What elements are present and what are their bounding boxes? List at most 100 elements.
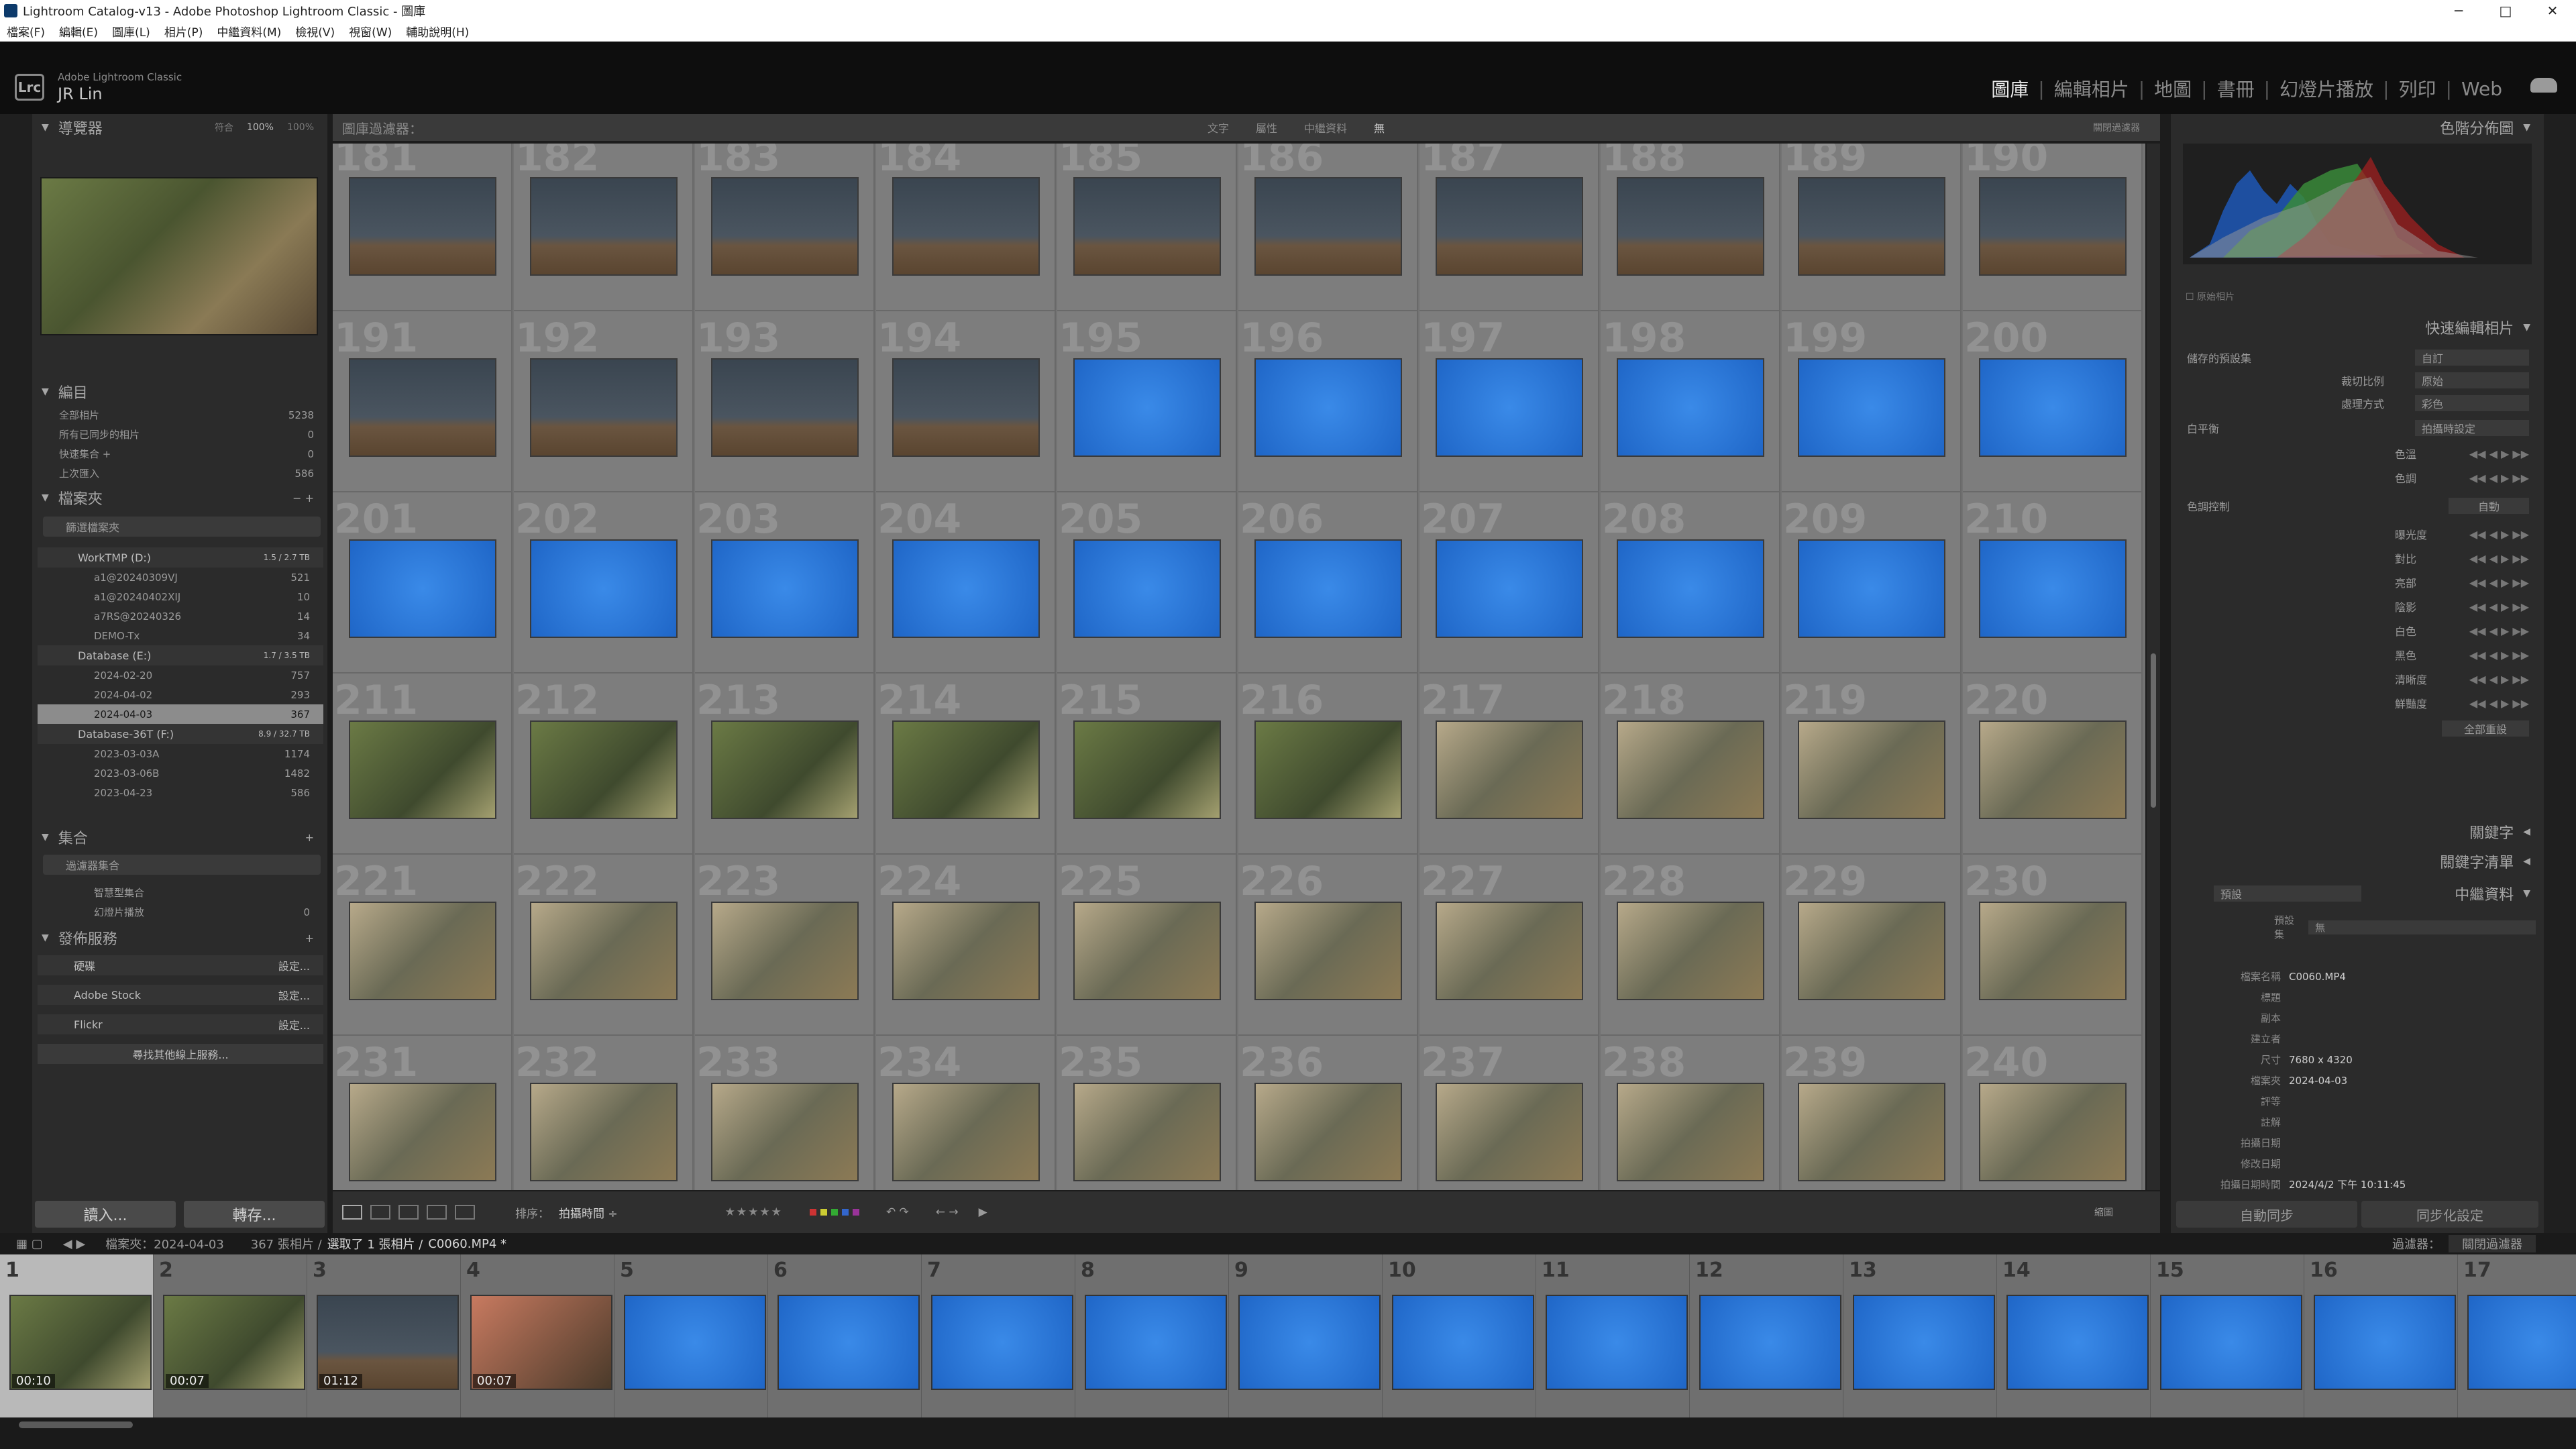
grid-cell[interactable]: 189: [1782, 144, 1962, 311]
filmstrip-cell[interactable]: 5: [614, 1254, 769, 1417]
treatment-select[interactable]: 彩色: [2415, 395, 2529, 411]
photo-thumbnail[interactable]: [1979, 358, 2127, 457]
module-book[interactable]: 書冊: [2217, 75, 2255, 102]
navigator-fit[interactable]: 符合: [215, 121, 233, 134]
grid-cell[interactable]: 202: [514, 492, 694, 674]
grid-cell[interactable]: 196: [1238, 311, 1418, 492]
grid-cell[interactable]: 238: [1601, 1036, 1780, 1190]
contrast-buttons[interactable]: ◀◀ ◀ ▶ ▶▶: [2469, 552, 2529, 565]
grid-cell[interactable]: 233: [695, 1036, 875, 1190]
photo-thumbnail[interactable]: [711, 902, 859, 1000]
filmstrip-cell[interactable]: 17: [2458, 1254, 2576, 1417]
photo-thumbnail[interactable]: [1617, 1083, 1764, 1181]
photo-thumbnail[interactable]: [892, 177, 1040, 276]
photo-thumbnail[interactable]: [1254, 177, 1402, 276]
publish-setup[interactable]: 設定...: [278, 987, 310, 1003]
photo-thumbnail[interactable]: [1254, 539, 1402, 638]
filmstrip-cell-selected[interactable]: 1 00:10: [0, 1254, 154, 1417]
cloud-icon[interactable]: [2530, 78, 2557, 93]
grid-cell[interactable]: 221: [333, 855, 513, 1036]
grid-cell[interactable]: 226: [1238, 855, 1418, 1036]
photo-thumbnail[interactable]: [1617, 177, 1764, 276]
grid-cell[interactable]: 184: [876, 144, 1056, 311]
filter-metadata[interactable]: 中繼資料: [1304, 119, 1347, 136]
photo-thumbnail[interactable]: [1073, 720, 1221, 819]
photo-thumbnail[interactable]: [1436, 720, 1583, 819]
grid-cell[interactable]: 198: [1601, 311, 1780, 492]
import-button[interactable]: 讀入...: [35, 1201, 176, 1228]
filmstrip-cell[interactable]: 2 00:07: [154, 1254, 308, 1417]
filmstrip-thumbnail[interactable]: [1085, 1295, 1227, 1390]
grid-cell[interactable]: 229: [1782, 855, 1962, 1036]
grid-cell[interactable]: 222: [514, 855, 694, 1036]
sync-settings-button[interactable]: 同步化設定: [2361, 1201, 2538, 1228]
photo-thumbnail[interactable]: [1798, 902, 1945, 1000]
photo-thumbnail[interactable]: [711, 539, 859, 638]
filmstrip-scroll-thumb[interactable]: [19, 1421, 133, 1428]
grid-cell[interactable]: 236: [1238, 1036, 1418, 1190]
photo-thumbnail[interactable]: [530, 358, 678, 457]
filmstrip-thumbnail[interactable]: [1392, 1295, 1534, 1390]
filmstrip-cell[interactable]: 14: [1997, 1254, 2151, 1417]
filmstrip-cell[interactable]: 9: [1229, 1254, 1383, 1417]
module-develop[interactable]: 編輯相片: [2054, 75, 2129, 102]
photo-thumbnail[interactable]: [892, 720, 1040, 819]
catalog-header[interactable]: ▼ 編目: [32, 380, 327, 404]
photo-thumbnail[interactable]: [892, 358, 1040, 457]
original-photo-checkbox[interactable]: ☐ 原始相片: [2186, 290, 2235, 303]
grid-cell[interactable]: 185: [1057, 144, 1237, 311]
publish-adobe-stock[interactable]: Adobe Stock 設定...: [38, 985, 323, 1005]
filmstrip-cell[interactable]: 10: [1383, 1254, 1537, 1417]
photo-thumbnail[interactable]: [1073, 358, 1221, 457]
photo-thumbnail[interactable]: [1798, 1083, 1945, 1181]
grid-cell[interactable]: 234: [876, 1036, 1056, 1190]
grid-cell[interactable]: 227: [1419, 855, 1599, 1036]
maximize-button[interactable]: □: [2482, 0, 2529, 21]
filmstrip-thumbnail[interactable]: [1238, 1295, 1381, 1390]
filmstrip-thumbnail[interactable]: [1546, 1295, 1688, 1390]
grid-cell[interactable]: 208: [1601, 492, 1780, 674]
collection-item[interactable]: 幻燈片播放 0: [38, 902, 323, 922]
photo-thumbnail[interactable]: [1254, 1083, 1402, 1181]
filmstrip-thumbnail[interactable]: [2467, 1295, 2576, 1390]
navigator-preview[interactable]: [40, 177, 318, 335]
grid-cell[interactable]: 206: [1238, 492, 1418, 674]
grid-cell[interactable]: 193: [695, 311, 875, 492]
shadows-buttons[interactable]: ◀◀ ◀ ▶ ▶▶: [2469, 600, 2529, 613]
filmstrip-cell[interactable]: 6: [768, 1254, 922, 1417]
grid-cell[interactable]: 213: [695, 674, 875, 855]
highlights-buttons[interactable]: ◀◀ ◀ ▶ ▶▶: [2469, 576, 2529, 589]
photo-thumbnail[interactable]: [1073, 1083, 1221, 1181]
catalog-item-all[interactable]: 全部相片 5238: [32, 405, 327, 425]
filmstrip-thumbnail[interactable]: [624, 1295, 766, 1390]
menu-metadata[interactable]: 中繼資料(M): [217, 23, 281, 40]
close-button[interactable]: ✕: [2529, 0, 2576, 21]
filmstrip-cell[interactable]: 8: [1075, 1254, 1230, 1417]
filmstrip-cell[interactable]: 12: [1690, 1254, 1844, 1417]
quick-develop-header[interactable]: 快速編輯相片 ▼: [2171, 315, 2544, 339]
loupe-view-icon[interactable]: [370, 1205, 390, 1220]
folder-item[interactable]: 2024-04-02 293: [38, 685, 323, 704]
nav-arrows-icon[interactable]: ← →: [936, 1205, 959, 1219]
grid-cell[interactable]: 192: [514, 311, 694, 492]
module-library[interactable]: 圖庫: [1991, 75, 2029, 102]
tint-buttons[interactable]: ◀◀ ◀ ▶ ▶▶: [2469, 472, 2529, 484]
photo-thumbnail[interactable]: [1617, 720, 1764, 819]
menu-edit[interactable]: 編輯(E): [59, 23, 98, 40]
photo-thumbnail[interactable]: [1436, 358, 1583, 457]
photo-thumbnail[interactable]: [349, 358, 496, 457]
photo-thumbnail[interactable]: [530, 539, 678, 638]
auto-tone-button[interactable]: 自動: [2449, 498, 2529, 514]
grid-cell[interactable]: 188: [1601, 144, 1780, 311]
publish-flickr[interactable]: Flickr 設定...: [38, 1014, 323, 1034]
metadata-preset-select[interactable]: 無: [2308, 920, 2536, 934]
grid-cell[interactable]: 214: [876, 674, 1056, 855]
filmstrip-cell[interactable]: 4 00:07: [461, 1254, 615, 1417]
grid-cell[interactable]: 220: [1963, 674, 2143, 855]
grid-cell[interactable]: 223: [695, 855, 875, 1036]
grid-cell[interactable]: 207: [1419, 492, 1599, 674]
grid-cell[interactable]: 218: [1601, 674, 1780, 855]
filter-text[interactable]: 文字: [1208, 119, 1229, 136]
photo-thumbnail[interactable]: [892, 902, 1040, 1000]
publish-setup[interactable]: 設定...: [278, 1016, 310, 1032]
